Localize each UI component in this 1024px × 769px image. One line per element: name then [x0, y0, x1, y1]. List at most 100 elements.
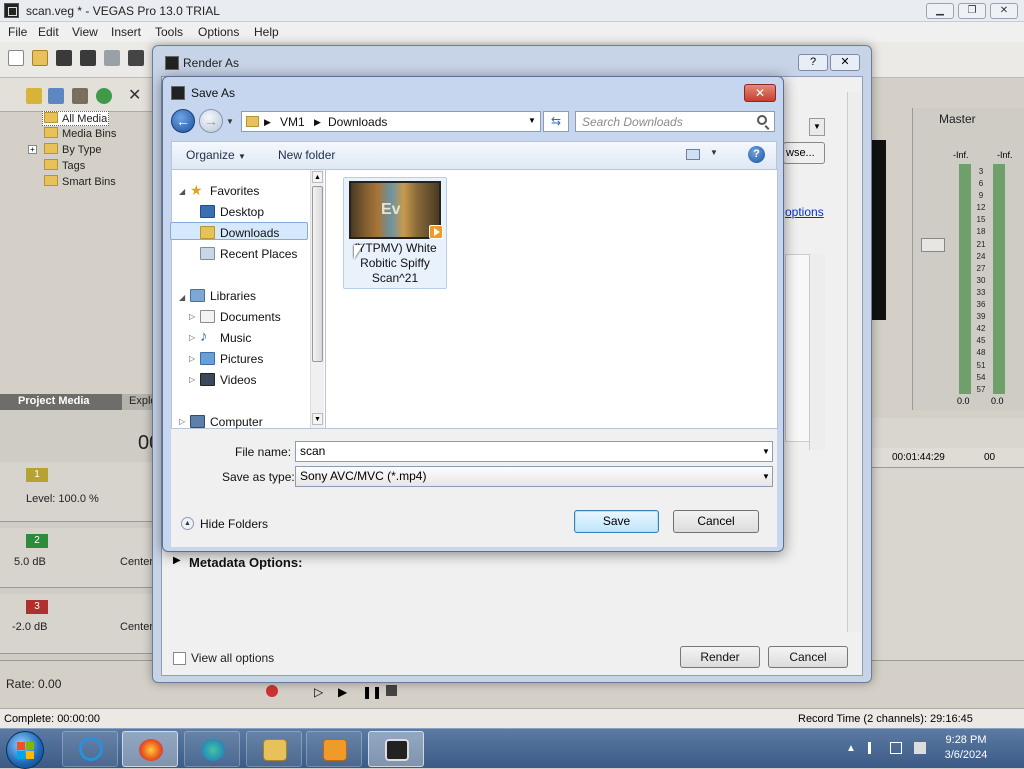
taskbar-edge[interactable]: [184, 731, 240, 767]
nav-documents[interactable]: Documents: [220, 310, 281, 324]
render-help-button[interactable]: ?: [798, 54, 828, 71]
hide-folders-icon[interactable]: ▲: [181, 517, 194, 530]
get-media-icon[interactable]: [72, 88, 88, 104]
pause-icon[interactable]: ❚❚: [362, 685, 382, 699]
save-button[interactable]: Save: [574, 510, 659, 533]
close-window-button[interactable]: ✕: [990, 3, 1018, 19]
minimize-button[interactable]: ▁: [926, 3, 954, 19]
nav-libraries[interactable]: Libraries: [210, 289, 256, 303]
menu-options[interactable]: Options: [198, 25, 239, 39]
web-media-icon[interactable]: [96, 88, 112, 104]
breadcrumb-separator-icon[interactable]: ▶: [264, 117, 271, 128]
back-arrow-icon[interactable]: ←: [171, 109, 195, 133]
expand-arrow-icon[interactable]: ▶: [173, 555, 181, 566]
help-icon[interactable]: ?: [748, 146, 765, 163]
chevron-down-icon[interactable]: ▼: [710, 148, 718, 157]
menu-help[interactable]: Help: [254, 25, 279, 39]
metadata-options-label[interactable]: Metadata Options:: [189, 555, 302, 570]
chevron-down-icon[interactable]: ▼: [809, 118, 825, 136]
scroll-thumb[interactable]: [312, 186, 323, 362]
file-name-input[interactable]: scan ▼: [295, 441, 773, 462]
recent-locations-icon[interactable]: ▼: [226, 117, 234, 126]
tree-media-bins[interactable]: Media Bins: [44, 127, 116, 140]
restore-button[interactable]: ❐: [958, 3, 986, 19]
nav-favorites[interactable]: Favorites: [210, 184, 259, 198]
remove-media-icon[interactable]: ✕: [128, 88, 144, 104]
hide-folders-button[interactable]: Hide Folders: [200, 517, 268, 531]
stop-icon[interactable]: [386, 685, 397, 696]
taskbar-media-player[interactable]: [306, 731, 362, 767]
browse-button[interactable]: wse...: [783, 142, 825, 164]
chevron-down-icon[interactable]: ▼: [528, 116, 536, 125]
file-item[interactable]: Ev (YTPMV) White Robitic Spiffy Scan^21: [343, 177, 447, 289]
cancel-button[interactable]: Cancel: [673, 510, 759, 533]
change-view-icon[interactable]: [686, 149, 700, 160]
expand-triangle-icon[interactable]: ▷: [179, 417, 185, 426]
breadcrumb-separator-icon[interactable]: ▶: [314, 117, 321, 128]
track-1[interactable]: 1 Level: 100.0 %: [0, 462, 160, 522]
master-fader-handle[interactable]: [921, 238, 945, 252]
save-project-icon[interactable]: [56, 50, 72, 66]
tree-tags[interactable]: Tags: [44, 159, 85, 172]
play-icon[interactable]: ▶: [338, 685, 347, 699]
network-icon[interactable]: [890, 742, 902, 754]
render-close-button[interactable]: ✕: [830, 54, 860, 71]
taskbar-vegas[interactable]: [368, 731, 424, 767]
nav-downloads[interactable]: Downloads: [220, 226, 279, 240]
collapse-triangle-icon[interactable]: ◢: [179, 187, 185, 196]
render-cancel-button[interactable]: Cancel: [768, 646, 848, 668]
chevron-down-icon[interactable]: ▼: [762, 447, 770, 456]
forward-arrow-icon[interactable]: →: [199, 109, 223, 133]
nav-pictures[interactable]: Pictures: [220, 352, 263, 366]
track-2[interactable]: 2 5.0 dB Center: [0, 528, 160, 588]
save-close-button[interactable]: ✕: [744, 84, 776, 102]
nav-desktop[interactable]: Desktop: [220, 205, 264, 219]
taskbar-firefox[interactable]: [122, 731, 178, 767]
save-type-select[interactable]: Sony AVC/MVC (*.mp4) ▼: [295, 466, 773, 487]
breadcrumb-vm1[interactable]: VM1: [280, 115, 305, 129]
properties-icon[interactable]: [104, 50, 120, 66]
new-folder-button[interactable]: New folder: [278, 148, 335, 162]
nav-videos[interactable]: Videos: [220, 373, 256, 387]
show-hidden-icons[interactable]: ▲: [846, 743, 856, 754]
view-all-options-label[interactable]: View all options: [191, 651, 274, 665]
collapse-triangle-icon[interactable]: ◢: [179, 293, 185, 302]
capture-icon[interactable]: [48, 88, 64, 104]
address-bar[interactable]: ▶ VM1 ▶ Downloads ▼: [241, 111, 541, 132]
tray-clock[interactable]: 9:28 PM 3/6/2024: [930, 733, 1002, 763]
render-options-link[interactable]: options: [785, 205, 824, 219]
open-project-icon[interactable]: [32, 50, 48, 66]
taskbar-file-explorer[interactable]: [246, 731, 302, 767]
menu-view[interactable]: View: [72, 25, 98, 39]
expand-triangle-icon[interactable]: ▷: [189, 333, 195, 342]
refresh-icon[interactable]: ⇆: [543, 111, 569, 132]
organize-button[interactable]: Organize ▼: [186, 148, 246, 162]
navigation-scrollbar[interactable]: ▲ ▼: [310, 170, 324, 428]
nav-recent-places[interactable]: Recent Places: [220, 247, 297, 261]
new-project-icon[interactable]: [8, 50, 24, 66]
track-3[interactable]: 3 -2.0 dB Center: [0, 594, 160, 654]
chevron-down-icon[interactable]: ▼: [762, 472, 770, 481]
tree-by-type[interactable]: By Type: [44, 143, 102, 156]
expand-triangle-icon[interactable]: ▷: [189, 375, 195, 384]
taskbar-internet-explorer[interactable]: [62, 731, 118, 767]
search-input[interactable]: Search Downloads: [575, 111, 775, 132]
menu-tools[interactable]: Tools: [155, 25, 183, 39]
render-dialog-scrollbar[interactable]: [847, 92, 861, 632]
menu-edit[interactable]: Edit: [38, 25, 59, 39]
start-button[interactable]: [6, 731, 44, 769]
save-as-icon[interactable]: [80, 50, 96, 66]
expand-icon[interactable]: +: [28, 145, 37, 154]
expand-triangle-icon[interactable]: ▷: [189, 354, 195, 363]
scroll-down-icon[interactable]: ▼: [312, 413, 323, 425]
menu-file[interactable]: File: [8, 25, 27, 39]
record-icon[interactable]: [266, 685, 278, 697]
breadcrumb-downloads[interactable]: Downloads: [328, 115, 387, 129]
import-media-icon[interactable]: [26, 88, 42, 104]
render-button[interactable]: Render: [680, 646, 760, 668]
nav-computer[interactable]: Computer: [210, 415, 263, 429]
view-all-options-checkbox[interactable]: [173, 652, 186, 665]
render-icon[interactable]: [128, 50, 144, 66]
expand-triangle-icon[interactable]: ▷: [189, 312, 195, 321]
nav-music[interactable]: Music: [220, 331, 251, 345]
